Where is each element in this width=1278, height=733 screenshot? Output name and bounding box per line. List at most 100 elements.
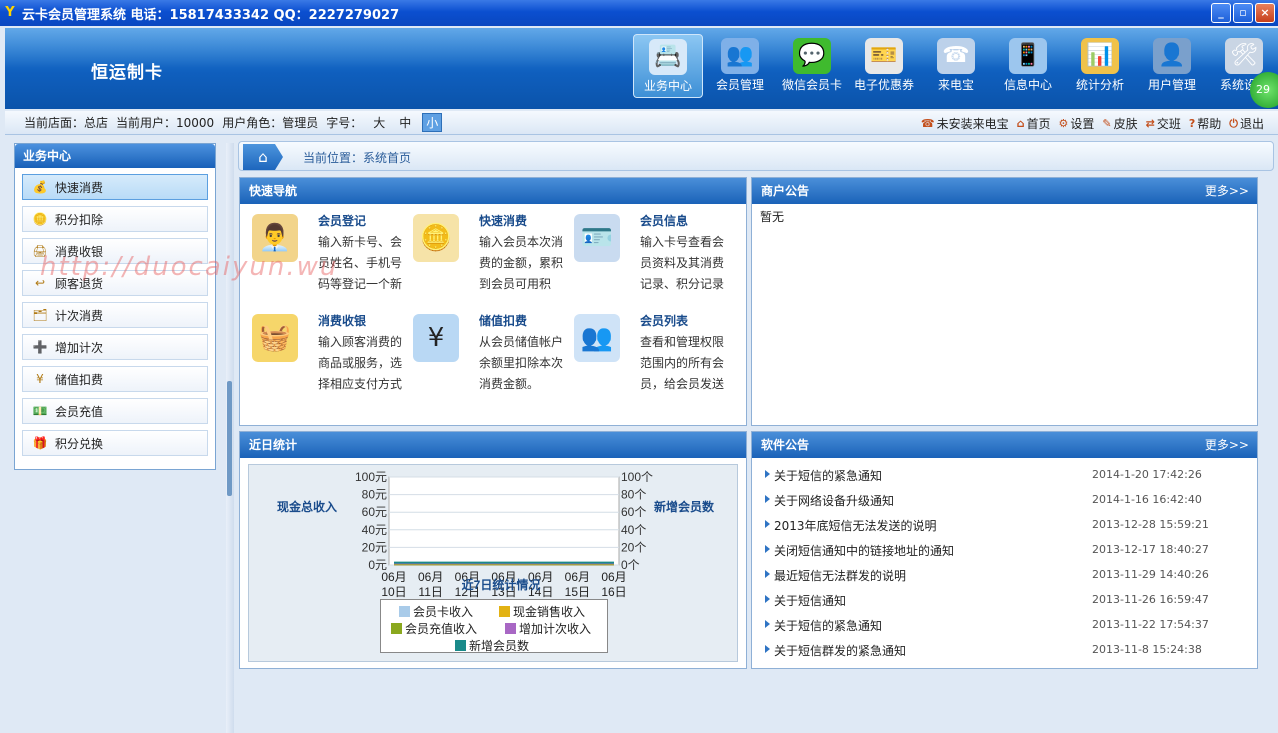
nav-icon-3: 🎫 [865,38,903,74]
x-tick-label-day: 10日 [381,585,406,599]
stats-panel: 近日统计 100元 100个 80元 80个 60元 60个 40元 40个 20元 20个 0元 0… [239,431,747,669]
user-role: 用户角色：管理员 [222,116,319,130]
bullet-arrow-icon [765,645,770,653]
sidebar-item-0[interactable]: 💰 快速消费 [22,174,208,200]
news-item[interactable]: 关于短信通知 2013-11-26 16:59:47 [752,590,1257,615]
news-item[interactable]: 关于网络设备升级通知 2014-1-16 16:42:40 [752,490,1257,515]
chart-title: 近7日统计情况 [462,577,541,592]
quick-nav-title[interactable]: 会员列表 [640,312,688,329]
news-title[interactable]: 关于短信的紧急通知 [774,467,882,484]
bullet-arrow-icon [765,520,770,528]
left-tick-label: 20元 [362,540,387,554]
news-title[interactable]: 关于短信通知 [774,592,846,609]
sidebar-item-7[interactable]: 💵 会员充值 [22,398,208,424]
news-title[interactable]: 2013年底短信无法发送的说明 [774,517,937,534]
news-date: 2013-11-29 14:40:26 [1092,568,1209,581]
nav-item-5[interactable]: 📱 信息中心 [993,34,1063,98]
close-button[interactable]: × [1255,3,1275,23]
nav-item-6[interactable]: 📊 统计分析 [1065,34,1135,98]
help-icon: ? [1188,117,1196,130]
help-link[interactable]: ? 帮助 [1189,115,1221,132]
nav-icon-0: 📇 [649,39,687,75]
current-store: 当前店面：总店 [24,116,109,130]
left-tick-label: 100元 [355,470,387,484]
quick-nav-item-5[interactable]: 👥 会员列表 查看和管理权限范围内的所有会员，给会员发送 [570,312,730,392]
quick-nav-item-1[interactable]: 🪙 快速消费 输入会员本次消费的金额，累积到会员可用积 [409,212,569,292]
nav-label: 来电宝 [937,78,974,92]
settings-link[interactable]: ⚙ 设置 [1059,115,1095,132]
plot-area [388,476,620,566]
sidebar-splitter[interactable] [226,143,234,733]
nav-icon-4: ☎ [937,38,975,74]
sidebar-item-6[interactable]: ¥ 储值扣费 [22,366,208,392]
sidebar-item-2[interactable]: 🖨 消费收银 [22,238,208,264]
news-item[interactable]: 最近短信无法群发的说明 2013-11-29 14:40:26 [752,565,1257,590]
notification-badge[interactable]: 29 [1250,72,1278,108]
quick-nav-title[interactable]: 快速消费 [479,212,527,229]
skin-link[interactable]: ✎ 皮肤 [1102,115,1137,132]
quick-nav-desc: 输入顾客消费的商品或服务，选择相应支付方式 [318,335,403,391]
quick-nav-title[interactable]: 会员登记 [318,212,366,229]
sidebar-item-1[interactable]: 🪙 积分扣除 [22,206,208,232]
quick-nav-desc: 输入会员本次消费的金额，累积到会员可用积 [479,235,564,291]
people-icon: ⇄ [1145,117,1155,130]
logout-link[interactable]: ⏻ 退出 [1229,115,1264,132]
app-logo-icon: Y [5,5,15,20]
software-more-link[interactable]: 更多>> [1205,432,1249,458]
bullet-arrow-icon [765,570,770,578]
quick-nav-panel: 快速导航 👨‍💼 会员登记 输入新卡号、会员姓名、手机号码等登记一个新 🪙 快速消费 输入… [239,177,747,426]
merchant-more-link[interactable]: 更多>> [1205,178,1249,204]
news-item[interactable]: 2013年底短信无法发送的说明 2013-12-28 15:59:21 [752,515,1257,540]
sidebar-item-label: 会员充值 [55,404,104,419]
nav-item-2[interactable]: 💬 微信会员卡 [777,34,847,98]
nav-item-0[interactable]: 📇 业务中心 [633,34,703,98]
phone-status[interactable]: ☎ 未安装来电宝 [921,115,1009,132]
sidebar-item-8[interactable]: 🎁 积分兑换 [22,430,208,456]
breadcrumb-home-icon[interactable]: ⌂ [243,144,283,170]
quick-nav-title[interactable]: 储值扣费 [479,312,527,329]
quick-nav-title[interactable]: 消费收银 [318,312,366,329]
news-title[interactable]: 最近短信无法群发的说明 [774,567,906,584]
nav-icon-1: 👥 [721,38,759,74]
bullet-arrow-icon [765,595,770,603]
right-tick-label: 100个 [621,470,653,484]
news-item[interactable]: 关于短信的紧急通知 2013-11-22 17:54:37 [752,615,1257,640]
sidebar-item-3[interactable]: ↩ 顾客退货 [22,270,208,296]
font-size-small[interactable]: 小 [422,113,443,132]
quick-nav-title[interactable]: 会员信息 [640,212,688,229]
software-notice-panel: 软件公告 更多>> 关于短信的紧急通知 2014-1-20 17:42:26 关于网络… [751,431,1258,669]
legend-label: 增加计次收入 [519,622,592,636]
quick-nav-icon-5: 👥 [574,314,620,362]
x-tick-label-month: 06月 [565,570,590,584]
news-item[interactable]: 关于短信的紧急通知 2014-1-20 17:42:26 [752,465,1257,490]
sidebar-title: 业务中心 [15,144,215,168]
quick-nav-item-0[interactable]: 👨‍💼 会员登记 输入新卡号、会员姓名、手机号码等登记一个新 [248,212,408,292]
minimize-button[interactable]: _ [1211,3,1231,23]
maximize-button[interactable]: ▫ [1233,3,1253,23]
nav-item-3[interactable]: 🎫 电子优惠券 [849,34,919,98]
home-link[interactable]: ⌂ 首页 [1017,115,1051,132]
nav-item-4[interactable]: ☎ 来电宝 [921,34,991,98]
quick-nav-item-4[interactable]: ¥ 储值扣费 从会员储值帐户余额里扣除本次消费金额。 [409,312,569,392]
nav-item-7[interactable]: 👤 用户管理 [1137,34,1207,98]
font-size-medium[interactable]: 中 [396,114,414,131]
quick-nav-item-3[interactable]: 🧺 消费收银 输入顾客消费的商品或服务，选择相应支付方式 [248,312,408,392]
news-title[interactable]: 关于网络设备升级通知 [774,492,894,509]
sidebar-item-4[interactable]: 🗂 计次消费 [22,302,208,328]
quick-nav-desc: 输入新卡号、会员姓名、手机号码等登记一个新 [318,235,403,291]
quick-nav-item-2[interactable]: 🪪 会员信息 输入卡号查看会员资料及其消费记录、积分记录 [570,212,730,292]
nav-item-1[interactable]: 👥 会员管理 [705,34,775,98]
merchant-notice-title: 商户公告 [761,184,810,198]
news-title[interactable]: 关于短信群发的紧急通知 [774,642,906,659]
news-item[interactable]: 关于短信群发的紧急通知 2013-11-8 15:24:38 [752,640,1257,665]
nav-label: 用户管理 [1147,78,1196,92]
news-item[interactable]: 关闭短信通知中的链接地址的通知 2013-12-17 18:40:27 [752,540,1257,565]
shift-link[interactable]: ⇄ 交班 [1146,115,1181,132]
news-title[interactable]: 关于短信的紧急通知 [774,617,882,634]
quick-nav-desc: 从会员储值帐户余额里扣除本次消费金额。 [479,335,564,391]
bullet-arrow-icon [765,620,770,628]
sidebar-item-5[interactable]: ➕ 增加计次 [22,334,208,360]
news-title[interactable]: 关闭短信通知中的链接地址的通知 [774,542,954,559]
nav-icon-6: 📊 [1081,38,1119,74]
font-size-large[interactable]: 大 [370,114,388,131]
